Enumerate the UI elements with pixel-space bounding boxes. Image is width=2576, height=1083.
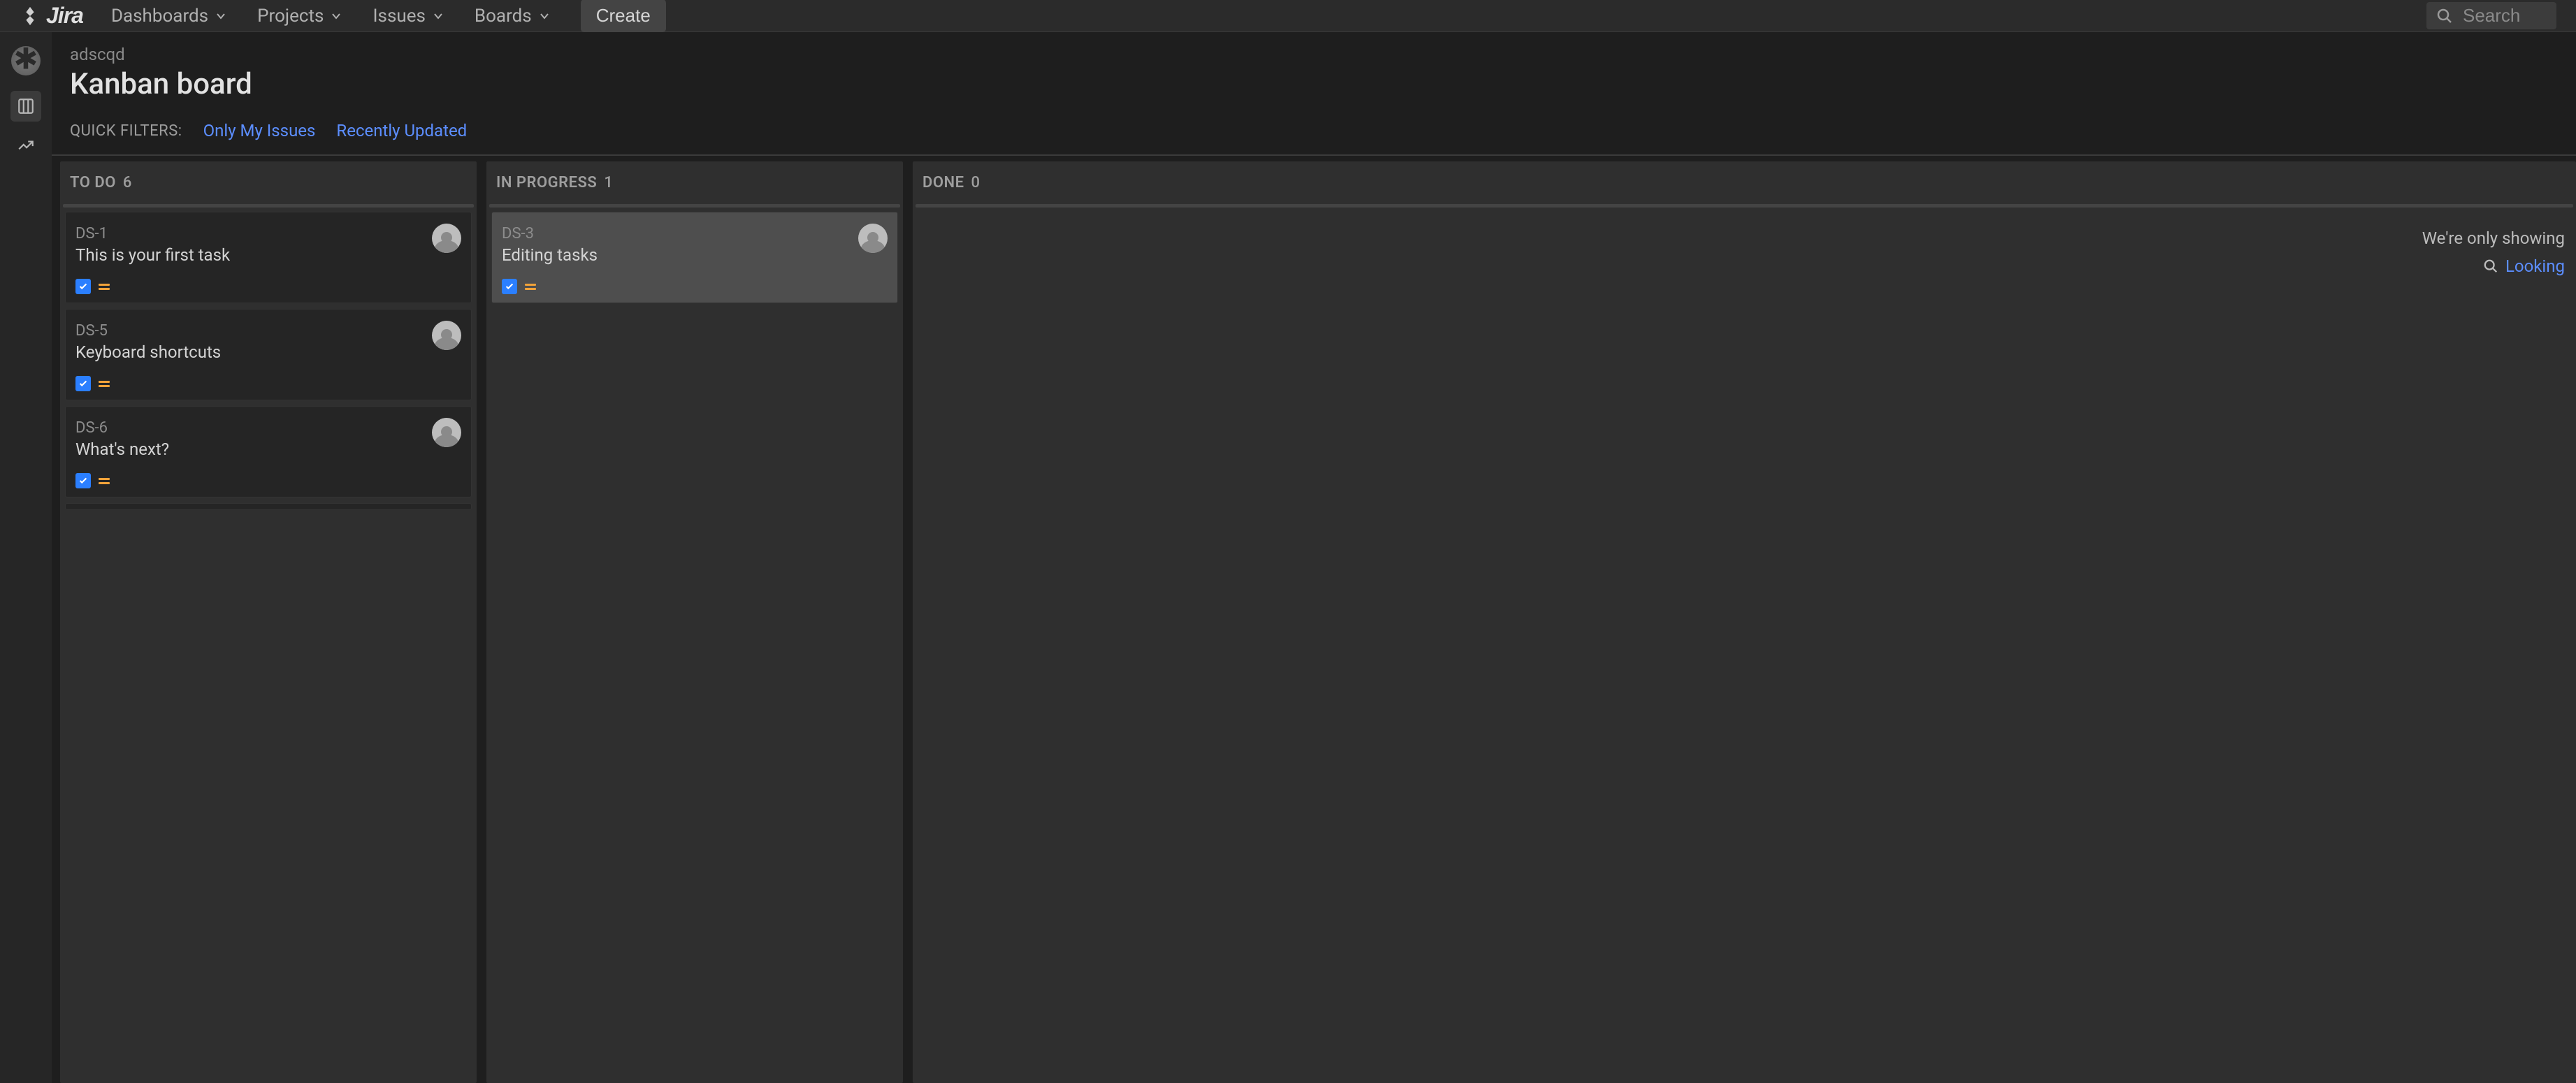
priority-medium-icon: [96, 279, 112, 294]
issue-key: DS-6: [75, 419, 461, 437]
column-header[interactable]: TO DO 6: [60, 161, 477, 204]
sidebar-board-button[interactable]: [10, 91, 41, 122]
jira-logo-text: Jira: [46, 3, 83, 29]
column-header[interactable]: DONE 0: [913, 161, 2576, 204]
nav-links: Dashboards Projects Issues Boards Create: [111, 0, 666, 32]
filter-only-my-issues[interactable]: Only My Issues: [203, 121, 316, 140]
chart-icon: [17, 136, 35, 154]
issue-summary: Keyboard shortcuts: [75, 342, 461, 362]
side-rail: [0, 32, 52, 1083]
priority-medium-icon: [523, 279, 538, 294]
issue-meta: [75, 473, 461, 488]
task-type-icon: [75, 279, 91, 294]
issue-summary: This is your first task: [75, 245, 461, 265]
nav-projects-label: Projects: [257, 6, 324, 27]
column-done: DONE 0 We're only showing Looking: [913, 161, 2576, 1083]
issue-card[interactable]: DS-6 What's next?: [65, 406, 472, 497]
issue-key: DS-1: [75, 225, 461, 242]
column-cards: DS-1 This is your first task DS-5 Keyboa…: [60, 212, 477, 516]
issue-key: DS-5: [75, 322, 461, 340]
search-icon: [2483, 259, 2498, 274]
issue-key: DS-3: [502, 225, 888, 242]
task-type-icon: [502, 279, 517, 294]
column-header[interactable]: IN PROGRESS 1: [486, 161, 903, 204]
filter-row: QUICK FILTERS: Only My Issues Recently U…: [70, 121, 2558, 140]
column-cards: DS-3 Editing tasks: [486, 212, 903, 309]
issue-card[interactable]: DS-3 Editing tasks: [491, 212, 898, 303]
column-title: TO DO: [70, 174, 116, 191]
nav-dashboards[interactable]: Dashboards: [111, 6, 226, 27]
issue-summary: Editing tasks: [502, 245, 888, 265]
assignee-avatar[interactable]: [432, 418, 461, 447]
kanban-board: TO DO 6 DS-1 This is your first task: [52, 156, 2576, 1083]
main-area: adscqd Kanban board QUICK FILTERS: Only …: [0, 32, 2576, 1083]
page-title: Kanban board: [70, 67, 2558, 101]
filter-recently-updated[interactable]: Recently Updated: [336, 121, 467, 140]
column-bar: [916, 204, 2573, 208]
issue-meta: [502, 279, 888, 294]
issue-meta: [75, 279, 461, 294]
done-looking-label: Looking: [2505, 256, 2565, 276]
done-empty-message: We're only showing: [913, 212, 2576, 256]
board-icon: [17, 97, 35, 115]
breadcrumb[interactable]: adscqd: [70, 45, 2558, 64]
nav-dashboards-label: Dashboards: [111, 6, 208, 27]
jira-logo[interactable]: Jira: [20, 3, 83, 29]
content: adscqd Kanban board QUICK FILTERS: Only …: [52, 32, 2576, 1083]
issue-card[interactable]: DS-1 This is your first task: [65, 212, 472, 303]
issue-summary: What's next?: [75, 439, 461, 459]
column-in-progress: IN PROGRESS 1 DS-3 Editing tasks: [486, 161, 903, 1083]
column-count: 1: [604, 174, 613, 191]
search-box[interactable]: [2426, 2, 2556, 29]
priority-medium-icon: [96, 376, 112, 391]
column-bar: [63, 204, 474, 208]
chevron-down-icon: [539, 10, 550, 22]
column-title: IN PROGRESS: [496, 174, 597, 191]
column-count: 6: [123, 174, 132, 191]
nav-issues-label: Issues: [372, 6, 425, 27]
nav-boards[interactable]: Boards: [475, 6, 550, 27]
assignee-avatar[interactable]: [432, 321, 461, 350]
filter-label: QUICK FILTERS:: [70, 122, 182, 140]
search-input[interactable]: [2463, 5, 2547, 27]
column-bar: [489, 204, 900, 208]
jira-logo-icon: [20, 6, 41, 27]
create-button[interactable]: Create: [581, 0, 666, 32]
priority-medium-icon: [96, 473, 112, 488]
issue-meta: [75, 376, 461, 391]
chevron-down-icon: [331, 10, 342, 22]
chevron-down-icon: [433, 10, 444, 22]
issue-card[interactable]: DS-5 Keyboard shortcuts: [65, 309, 472, 400]
top-navbar: Jira Dashboards Projects Issues Boards C…: [0, 0, 2576, 32]
nav-issues[interactable]: Issues: [372, 6, 443, 27]
sidebar-reports-button[interactable]: [10, 130, 41, 161]
column-todo: TO DO 6 DS-1 This is your first task: [60, 161, 477, 1083]
nav-projects[interactable]: Projects: [257, 6, 342, 27]
column-count: 0: [971, 174, 980, 191]
header-block: adscqd Kanban board QUICK FILTERS: Only …: [52, 32, 2576, 147]
chevron-down-icon: [215, 10, 226, 22]
project-avatar[interactable]: [11, 46, 41, 75]
nav-boards-label: Boards: [475, 6, 532, 27]
column-title: DONE: [922, 174, 964, 191]
task-type-icon: [75, 473, 91, 488]
task-type-icon: [75, 376, 91, 391]
assignee-avatar[interactable]: [432, 224, 461, 253]
search-icon: [2436, 8, 2453, 24]
issue-card-partial[interactable]: [65, 503, 472, 510]
done-looking-link[interactable]: Looking: [913, 256, 2576, 276]
assignee-avatar[interactable]: [858, 224, 888, 253]
